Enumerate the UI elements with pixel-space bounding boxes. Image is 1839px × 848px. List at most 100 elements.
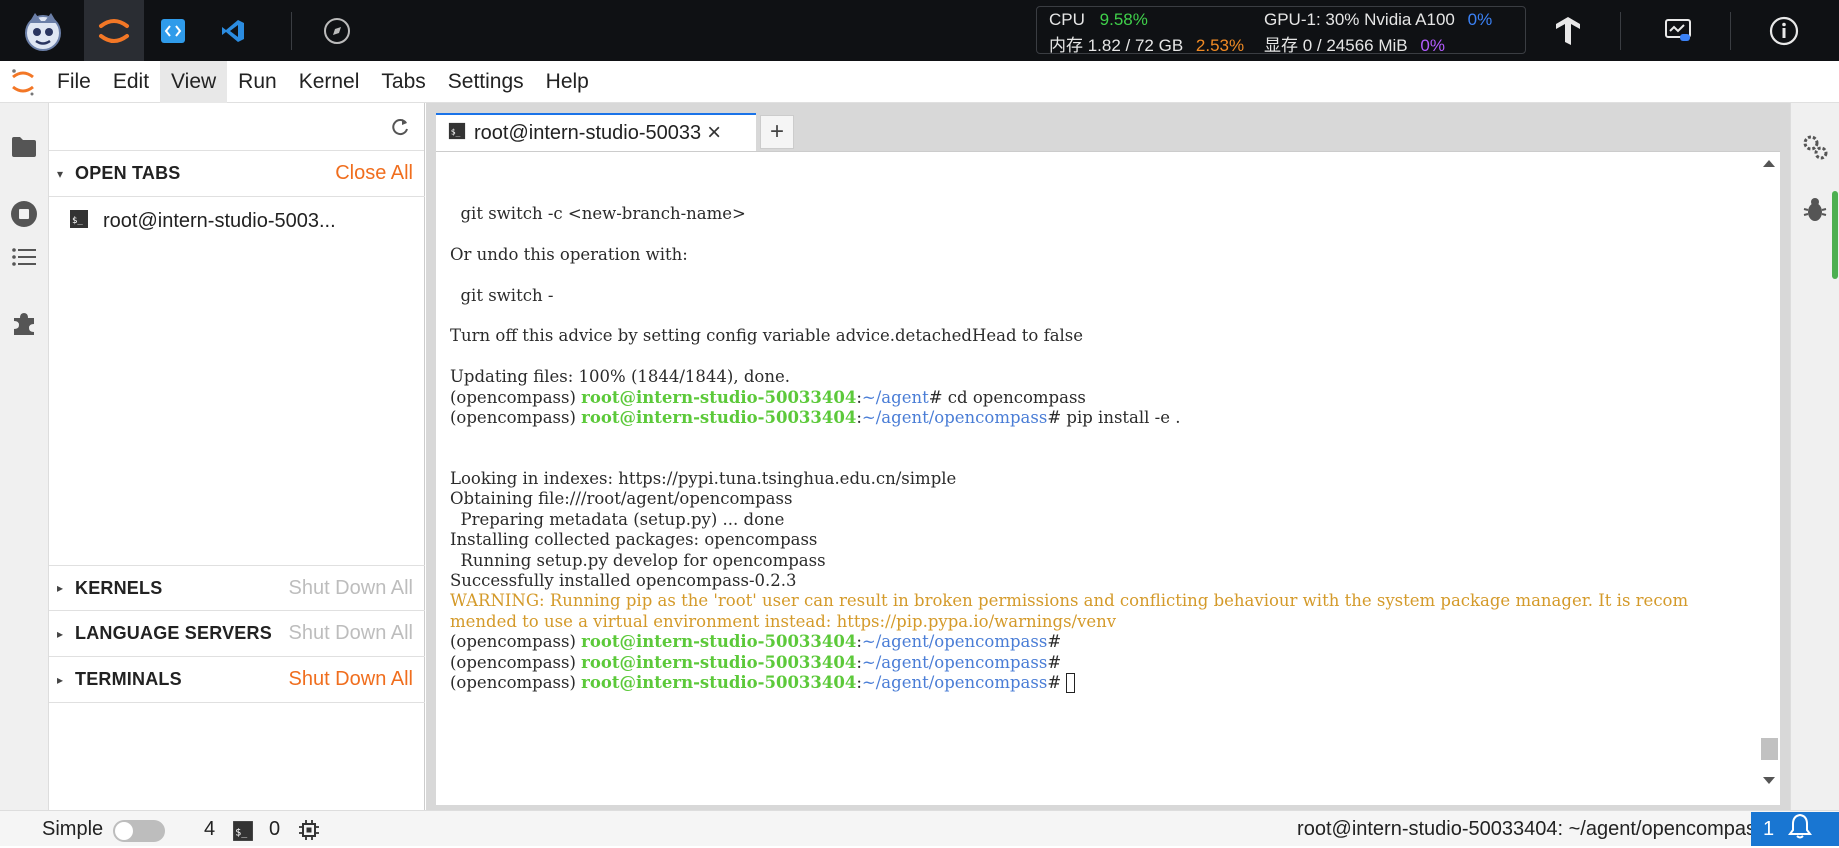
property-inspector-gears-icon[interactable]	[1791, 123, 1839, 171]
svg-text:$_: $_	[451, 126, 461, 136]
scroll-indicator	[1832, 191, 1838, 279]
add-tab-button[interactable]: +	[760, 115, 794, 149]
prompt-env: (opencompass)	[450, 672, 582, 692]
bell-icon	[1788, 813, 1813, 845]
terminal-line: Updating files: 100% (1844/1844), done.	[450, 367, 790, 387]
terminal-line: (opencompass) root@intern-studio-5003340…	[450, 652, 1062, 672]
kernels-section[interactable]: ▸ KERNELS Shut Down All	[49, 565, 425, 611]
terminal-line: Running setup.py develop for opencompass	[450, 550, 826, 570]
scroll-up-arrow-icon[interactable]	[1763, 160, 1775, 167]
menu-help[interactable]: Help	[535, 61, 600, 103]
terminal-line: (opencompass) root@intern-studio-5003340…	[450, 387, 1086, 407]
running-sessions-icon[interactable]	[0, 190, 48, 238]
compass-icon[interactable]	[312, 0, 362, 61]
close-tab-icon[interactable]: ×	[707, 121, 721, 145]
scrollbar-thumb[interactable]	[1761, 738, 1778, 760]
terminal-cursor	[1066, 673, 1076, 694]
terminal-icon: $_	[448, 122, 466, 145]
prompt-user: root@intern-studio-50033404	[581, 652, 857, 672]
toolbar-divider	[291, 12, 292, 50]
vram-label: 显存 0 / 24566 MiB	[1264, 36, 1408, 55]
monitor-icon[interactable]	[1650, 0, 1706, 61]
terminals-shut-down-all-button[interactable]: Shut Down All	[288, 668, 413, 691]
open-tab-label: root@intern-studio-5003...	[103, 209, 336, 232]
notifications-button[interactable]: 1	[1751, 812, 1839, 846]
running-sessions-panel: ▾ OPEN TABS Close All $_ root@intern-stu…	[49, 103, 425, 810]
notification-count: 1	[1763, 817, 1775, 840]
menu-kernel[interactable]: Kernel	[288, 61, 371, 103]
terminal-line: (opencompass) root@intern-studio-5003340…	[450, 632, 1062, 652]
terminal-line: (opencompass) root@intern-studio-5003340…	[450, 671, 1750, 694]
cpu-chip-icon[interactable]	[298, 819, 320, 847]
language-servers-section[interactable]: ▸ LANGUAGE SERVERS Shut Down All	[49, 611, 425, 657]
simple-mode-toggle[interactable]	[113, 820, 165, 842]
terminal-icon: $_	[232, 820, 254, 848]
kernel-count[interactable]: 4	[204, 818, 215, 841]
left-activity-bar	[0, 103, 49, 810]
prompt-path: ~/agent/opencompass	[861, 407, 1048, 427]
prompt-env: (opencompass)	[450, 632, 582, 652]
close-all-button[interactable]: Close All	[335, 162, 413, 185]
menu-settings[interactable]: Settings	[437, 61, 535, 103]
terminal-output: git switch -c <new-branch-name> Or undo t…	[450, 202, 1750, 694]
kernels-shut-down-all-button[interactable]: Shut Down All	[288, 577, 413, 600]
tab-terminal[interactable]: $_ root@intern-studio-50033 ×	[436, 113, 756, 151]
jupyter-logo-icon	[0, 61, 46, 103]
cpu-value: 9.58%	[1099, 10, 1148, 29]
caret-right-icon: ▸	[57, 672, 64, 687]
terminal-line: Successfully installed opencompass-0.2.3	[450, 571, 797, 591]
prompt-user: root@intern-studio-50033404	[581, 672, 857, 692]
terminal-line: WARNING: Running pip as the 'root' user …	[450, 591, 1689, 611]
terminals-section[interactable]: ▸ TERMINALS Shut Down All	[49, 657, 425, 703]
simple-mode-label: Simple	[42, 818, 104, 840]
table-of-contents-icon[interactable]	[0, 233, 48, 281]
gpu-label: GPU-1: 30% Nvidia A100	[1264, 10, 1455, 29]
jupyter-icon[interactable]	[84, 0, 144, 61]
cpu-label: CPU	[1049, 10, 1085, 29]
scroll-down-arrow-icon[interactable]	[1763, 777, 1775, 784]
prompt-path: ~/agent/opencompass	[861, 632, 1048, 652]
toolbar-divider	[1730, 12, 1731, 50]
menu-view[interactable]: View	[160, 60, 228, 103]
menu-edit[interactable]: Edit	[102, 61, 160, 103]
open-tabs-section[interactable]: ▾ OPEN TABS Close All	[49, 151, 425, 197]
language-servers-shut-down-all-button[interactable]: Shut Down All	[288, 622, 413, 645]
app-logo-icon[interactable]	[8, 0, 78, 61]
toolbar-divider	[1620, 12, 1621, 50]
terminal-line: Preparing metadata (setup.py) ... done	[450, 509, 785, 529]
terminal-line: Or undo this operation with:	[450, 244, 688, 264]
open-tab-item[interactable]: $_ root@intern-studio-5003...	[49, 199, 425, 243]
terminal-count[interactable]: 0	[269, 818, 280, 841]
terminal-line: mended to use a virtual environment inst…	[450, 611, 1117, 631]
memory-percent: 2.53%	[1195, 36, 1245, 55]
right-sidebar	[1790, 103, 1839, 810]
svg-text:$_: $_	[72, 216, 83, 226]
terminals-title: TERMINALS	[75, 669, 182, 689]
menu-bar: File Edit View Run Kernel Tabs Settings …	[0, 60, 1839, 103]
tensorflow-icon[interactable]	[1540, 0, 1596, 61]
terminal-scrollbar[interactable]	[1758, 152, 1780, 805]
prompt-user: root@intern-studio-50033404	[581, 632, 857, 652]
folder-icon[interactable]	[0, 123, 48, 171]
code-editor-icon[interactable]	[150, 0, 196, 61]
prompt-env: (opencompass)	[450, 407, 582, 427]
prompt-user: root@intern-studio-50033404	[581, 387, 857, 407]
prompt-path: ~/agent	[861, 387, 929, 407]
terminal-path: root@intern-studio-50033404: ~/agent/ope…	[1297, 818, 1766, 840]
refresh-icon[interactable]	[388, 115, 412, 139]
tab-bar: $_ root@intern-studio-50033 × +	[426, 103, 1790, 151]
prompt-command: pip install -e .	[1061, 407, 1181, 427]
extensions-puzzle-icon[interactable]	[0, 299, 48, 347]
menu-run[interactable]: Run	[227, 61, 288, 103]
terminal-line: (opencompass) root@intern-studio-5003340…	[450, 407, 1181, 427]
kernels-title: KERNELS	[75, 577, 163, 598]
vscode-icon[interactable]	[210, 0, 256, 61]
menu-file[interactable]: File	[46, 61, 102, 103]
info-icon[interactable]	[1756, 0, 1812, 61]
terminal-view[interactable]: git switch -c <new-branch-name> Or undo t…	[436, 151, 1780, 805]
svg-text:$_: $_	[235, 827, 247, 838]
menu-tabs[interactable]: Tabs	[370, 61, 436, 103]
